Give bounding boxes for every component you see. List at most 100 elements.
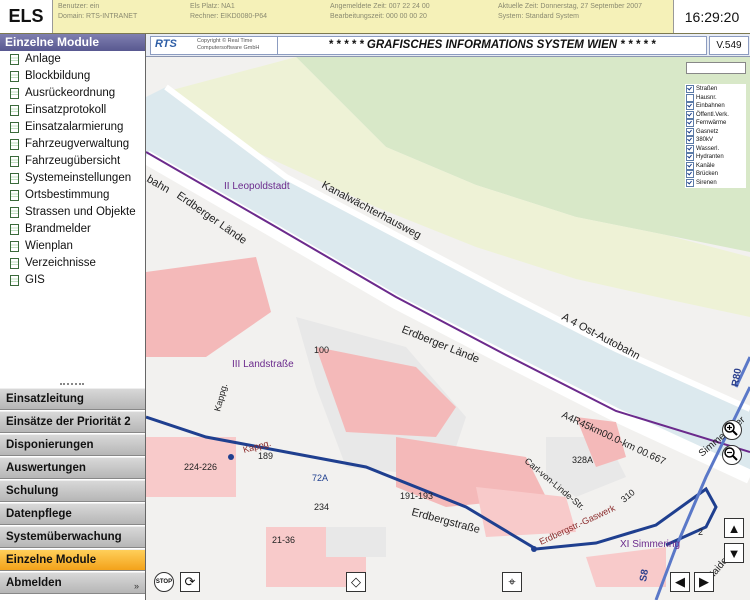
crosshair-icon: ⌖: [508, 574, 516, 589]
layer-toggle[interactable]: Brücken: [686, 170, 746, 179]
module-label: Blockbildung: [25, 70, 91, 82]
module-item[interactable]: Blockbildung: [0, 68, 145, 85]
arrow-left-icon: ◀: [675, 574, 685, 589]
layer-toggle[interactable]: Kanäle: [686, 161, 746, 171]
sidebar-header: Einzelne Module: [0, 34, 145, 51]
pan-left-button[interactable]: ◀: [670, 572, 690, 592]
document-icon: [10, 173, 19, 184]
pan-right-button[interactable]: ▶: [694, 572, 714, 592]
scroll-down-icon[interactable]: »: [134, 581, 139, 591]
module-item[interactable]: Einsatzalarmierung: [0, 119, 145, 136]
checkbox[interactable]: [686, 170, 694, 179]
checkbox[interactable]: [686, 119, 694, 128]
module-label: Verzeichnisse: [25, 257, 96, 269]
arrow-right-icon: ▶: [699, 574, 709, 589]
document-icon: [10, 224, 19, 235]
layer-toggle[interactable]: Hausnr.: [686, 93, 746, 103]
layer-toggle[interactable]: Einbahnen: [686, 102, 746, 111]
nav-button[interactable]: Datenpflege: [0, 503, 145, 525]
clock: 16:29:20: [673, 0, 750, 33]
nav-button[interactable]: Disponierungen: [0, 434, 145, 456]
layer-toggle[interactable]: Wasserl.: [686, 144, 746, 154]
document-icon: [10, 190, 19, 201]
info-current-time: Aktuelle Zeit: Donnerstag, 27 September …: [498, 3, 642, 20]
housenr-191-193: 191-193: [400, 491, 433, 501]
layer-toggle[interactable]: Straßen: [686, 85, 746, 94]
module-label: Systemeinstellungen: [25, 172, 132, 184]
label-r80: R80: [730, 367, 744, 387]
module-item[interactable]: Systemeinstellungen: [0, 170, 145, 187]
checkbox[interactable]: [686, 161, 694, 170]
checkbox[interactable]: [686, 127, 694, 136]
zoom-in-icon: [724, 422, 738, 436]
document-icon: [10, 88, 19, 99]
eraser-icon: ◇: [351, 574, 361, 589]
module-item[interactable]: Brandmelder: [0, 221, 145, 238]
checkbox[interactable]: [686, 178, 694, 187]
document-icon: [10, 54, 19, 65]
housenr-310: 310: [619, 487, 637, 504]
module-item[interactable]: Fahrzeugübersicht: [0, 153, 145, 170]
layer-label: Hydranten: [696, 154, 724, 160]
refresh-button[interactable]: ⟳: [180, 572, 200, 592]
map-canvas[interactable]: II Leopoldstadt III Landstraße XI Simmer…: [146, 57, 750, 600]
module-item[interactable]: GIS: [0, 272, 145, 289]
layer-search-input[interactable]: [686, 62, 746, 74]
housenr-100: 100: [314, 345, 329, 355]
layer-label: Fernwärme: [696, 120, 727, 126]
checkbox[interactable]: [686, 153, 694, 162]
module-label: Wienplan: [25, 240, 73, 252]
stop-button[interactable]: STOP: [154, 572, 174, 592]
nav-button[interactable]: Auswertungen: [0, 457, 145, 479]
zoom-in-button[interactable]: [722, 420, 742, 440]
nav-button[interactable]: Abmelden: [0, 572, 145, 594]
nav-button[interactable]: Einsatzleitung: [0, 388, 145, 410]
module-item[interactable]: Ausrückeordnung: [0, 85, 145, 102]
bus-line-72a: 72A: [312, 473, 328, 483]
checkbox[interactable]: [686, 110, 694, 119]
housenr-2: 2: [698, 527, 703, 537]
housenr-224-226: 224-226: [184, 462, 217, 472]
info-session-time: Angemeldete Zeit: 007 22 24 00 Bearbeitun…: [330, 3, 430, 20]
document-icon: [10, 258, 19, 269]
document-icon: [10, 156, 19, 167]
nav-button[interactable]: Einsätze der Priorität 2: [0, 411, 145, 433]
module-item[interactable]: Einsatzprotokoll: [0, 102, 145, 119]
layer-toggle[interactable]: Hydranten: [686, 153, 746, 162]
module-label: Brandmelder: [25, 223, 91, 235]
checkbox[interactable]: [686, 144, 694, 153]
checkbox[interactable]: [686, 93, 694, 102]
module-item[interactable]: Strassen und Objekte: [0, 204, 145, 221]
center-map-button[interactable]: ⌖: [502, 572, 522, 592]
module-list: Anlage Blockbildung Ausrückeordnung Einsatz…: [0, 51, 145, 289]
layer-toggle[interactable]: Gasnetz: [686, 127, 746, 137]
module-label: Strassen und Objekte: [25, 206, 136, 218]
nav-button[interactable]: Systemüberwachung: [0, 526, 145, 548]
pan-up-button[interactable]: ▲: [724, 518, 744, 538]
module-item[interactable]: Anlage: [0, 51, 145, 68]
module-label: Einsatzalarmierung: [25, 121, 124, 133]
map-view[interactable]: II Leopoldstadt III Landstraße XI Simmer…: [146, 57, 750, 600]
nav-button[interactable]: Schulung: [0, 480, 145, 502]
erase-button[interactable]: ◇: [346, 572, 366, 592]
layer-label: Hausnr.: [696, 94, 717, 101]
layer-toggle[interactable]: Sirenen: [686, 178, 746, 188]
layer-toggle[interactable]: Fernwärme: [686, 119, 746, 128]
document-icon: [10, 207, 19, 218]
layer-toggle[interactable]: Öffentl.Verk.: [686, 110, 746, 120]
module-item[interactable]: Verzeichnisse: [0, 255, 145, 272]
checkbox[interactable]: [686, 85, 694, 94]
module-item[interactable]: Fahrzeugverwaltung: [0, 136, 145, 153]
module-item[interactable]: Ortsbestimmung: [0, 187, 145, 204]
layer-toggle[interactable]: 380kV: [686, 136, 746, 145]
refresh-icon: ⟳: [184, 574, 196, 589]
zoom-out-button[interactable]: [722, 445, 742, 465]
pan-down-button[interactable]: ▼: [724, 543, 744, 563]
checkbox[interactable]: [686, 102, 694, 111]
layer-label: Einbahnen: [696, 103, 725, 109]
nav-button[interactable]: Einzelne Module: [0, 549, 145, 571]
module-item[interactable]: Wienplan: [0, 238, 145, 255]
checkbox[interactable]: [686, 136, 694, 145]
layer-label: Straßen: [696, 86, 718, 92]
app-logo: ELS: [0, 0, 53, 33]
